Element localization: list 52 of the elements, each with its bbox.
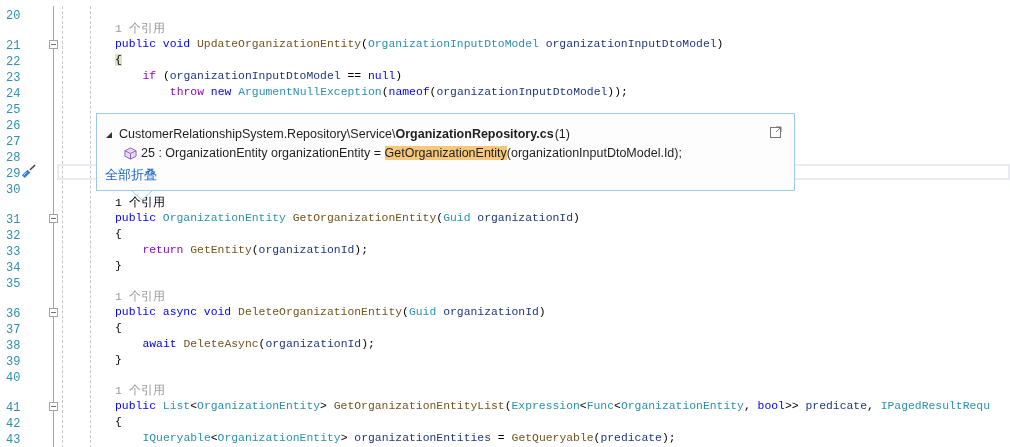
line-number: 25	[6, 103, 21, 117]
line-number: 30	[6, 183, 21, 197]
line-number: 33	[6, 245, 21, 259]
line-number: 28	[6, 151, 21, 165]
collapse-toggle-icon[interactable]	[49, 307, 58, 317]
collapse-all-link[interactable]: 全部折叠	[105, 168, 157, 182]
code-line: public async void DeleteOrganizationEntity(Guid organizationId)	[115, 305, 546, 320]
expanded-arrow-icon[interactable]	[106, 131, 112, 138]
line-number: 26	[6, 119, 21, 133]
collapse-toggle-icon[interactable]	[49, 213, 58, 223]
line-number: 34	[6, 261, 21, 275]
line-number: 40	[6, 371, 21, 385]
code-line: public OrganizationEntity GetOrganizationEntity(Guid organizationId)	[115, 211, 580, 226]
code-line: public void UpdateOrganizationEntity(OrganizationInputDtoModel organizationInputDtoModel)	[115, 37, 724, 52]
file-path[interactable]: CustomerRelationshipSystem.Repository\Service\OrganizationRepository.cs	[119, 125, 554, 144]
collapse-toggle-icon[interactable]	[49, 401, 58, 411]
screwdriver-icon[interactable]	[21, 164, 36, 179]
collapse-toggle-icon[interactable]	[49, 39, 58, 49]
line-number: 29	[6, 167, 21, 181]
line-number: 35	[6, 277, 21, 291]
line-number: 23	[6, 71, 21, 85]
line-number: 36	[6, 307, 21, 321]
line-number: 43	[6, 433, 21, 447]
line-number: 39	[6, 355, 21, 369]
line-number: 20	[6, 9, 21, 23]
line-number: 37	[6, 323, 21, 337]
pop-out-icon[interactable]	[770, 126, 782, 138]
line-number: 21	[6, 39, 21, 53]
code-line: }	[115, 259, 122, 274]
reference-count-link[interactable]: 1 个引用	[115, 290, 165, 304]
line-number: 22	[6, 55, 21, 69]
reference-count-link[interactable]: 1 个引用	[115, 22, 165, 36]
code-line: if (organizationInputDtoModel == null)	[142, 69, 403, 84]
code-line: await DeleteAsync(organizationId);	[142, 337, 375, 352]
code-line: return GetEntity(organizationId);	[142, 243, 368, 258]
code-line: IQueryable<OrganizationEntity> organizationEntities = GetQueryable(predicate);	[142, 431, 676, 446]
line-number: 32	[6, 229, 21, 243]
code-line: public List<OrganizationEntity> GetOrganizationEntityList(Expression<Func<OrganizationEntity, bool>> predicate, IPagedResultRequ	[115, 399, 991, 414]
line-number: 31	[6, 213, 21, 227]
code-line: {	[115, 227, 122, 242]
line-number: 41	[6, 401, 21, 415]
code-line: throw new ArgumentNullException(nameof(organizationInputDtoModel));	[169, 85, 628, 100]
line-number: 42	[6, 417, 21, 431]
line-number: 27	[6, 135, 21, 149]
line-number: 38	[6, 339, 21, 353]
reference-count-link[interactable]: 1 个引用	[115, 384, 165, 398]
code-line: }	[115, 353, 122, 368]
cube-icon	[124, 147, 137, 160]
result-count: (1)	[554, 126, 570, 143]
code-line: {	[115, 321, 122, 336]
code-line: {	[115, 415, 122, 430]
line-number: 24	[6, 87, 21, 101]
